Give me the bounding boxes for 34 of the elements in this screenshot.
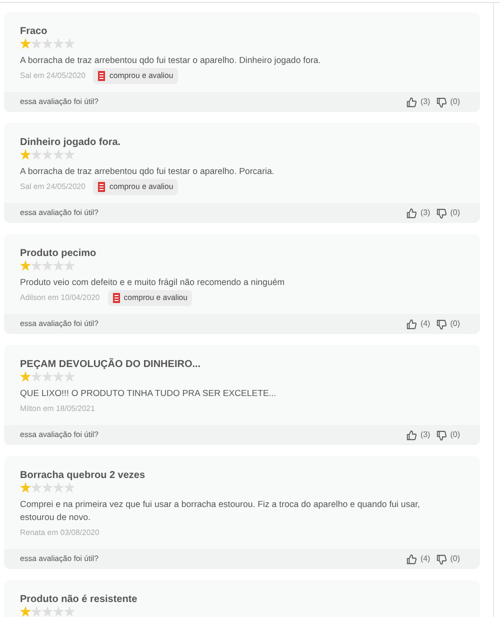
review-title: Borracha quebrou 2 vezes (20, 469, 146, 482)
review-text: Produto veio com defeito e e muito frágil não recomendo a ninguém (20, 276, 286, 289)
receipt-icon (112, 293, 120, 303)
like-button[interactable]: (4) (406, 318, 430, 330)
receipt-icon (98, 182, 106, 192)
thumbs-up-icon (406, 318, 418, 330)
thumbs-down-icon (436, 318, 448, 330)
thumbs-up-icon (406, 430, 418, 440)
thumbs-down-icon (436, 430, 448, 440)
dislike-button[interactable]: (0) (436, 96, 460, 108)
like-button[interactable]: (4) (406, 553, 430, 565)
dislike-button[interactable]: (0) (436, 553, 460, 565)
thumbs-down-icon (436, 96, 448, 108)
thumbs-down-icon (436, 208, 448, 218)
like-button[interactable]: (3) (406, 429, 430, 441)
thumbs-up-icon (406, 554, 418, 564)
thumbs-up-icon (406, 96, 418, 108)
like-button[interactable]: (3) (406, 96, 430, 108)
review-title: Fraco (20, 25, 48, 38)
review-title: Produto não é resistente (20, 593, 138, 606)
receipt-icon (98, 71, 106, 81)
review-text: Comprei e na primeira vez que fui usar a borracha estourou. Fiz a troca do aparelho e quando fui usar, estourou de novo. (20, 498, 421, 524)
dislike-button[interactable]: (0) (436, 429, 460, 441)
review-text: A borracha de traz arrebentou qdo fui testar o aparelho. Dinheiro jogado fora. (20, 54, 322, 67)
dislike-button[interactable]: (0) (436, 318, 460, 330)
review-text: A borracha de traz arrebentou qdo fui testar o aparelho. Porcaria. (20, 165, 276, 178)
review-text: QUE LIXO!!! O PRODUTO TINHA TUDO PRA SER EXCELETE... (20, 387, 278, 400)
thumbs-up-icon (406, 208, 418, 218)
review-title: Dinheiro jogado fora. (20, 136, 122, 149)
like-button[interactable]: (3) (406, 207, 430, 219)
thumbs-down-icon (436, 554, 448, 564)
review-title: Produto pecimo (20, 247, 98, 260)
dislike-button[interactable]: (0) (436, 207, 460, 219)
review-title: PEÇAM DEVOLUÇÃO DO DINHEIRO... (20, 358, 202, 371)
